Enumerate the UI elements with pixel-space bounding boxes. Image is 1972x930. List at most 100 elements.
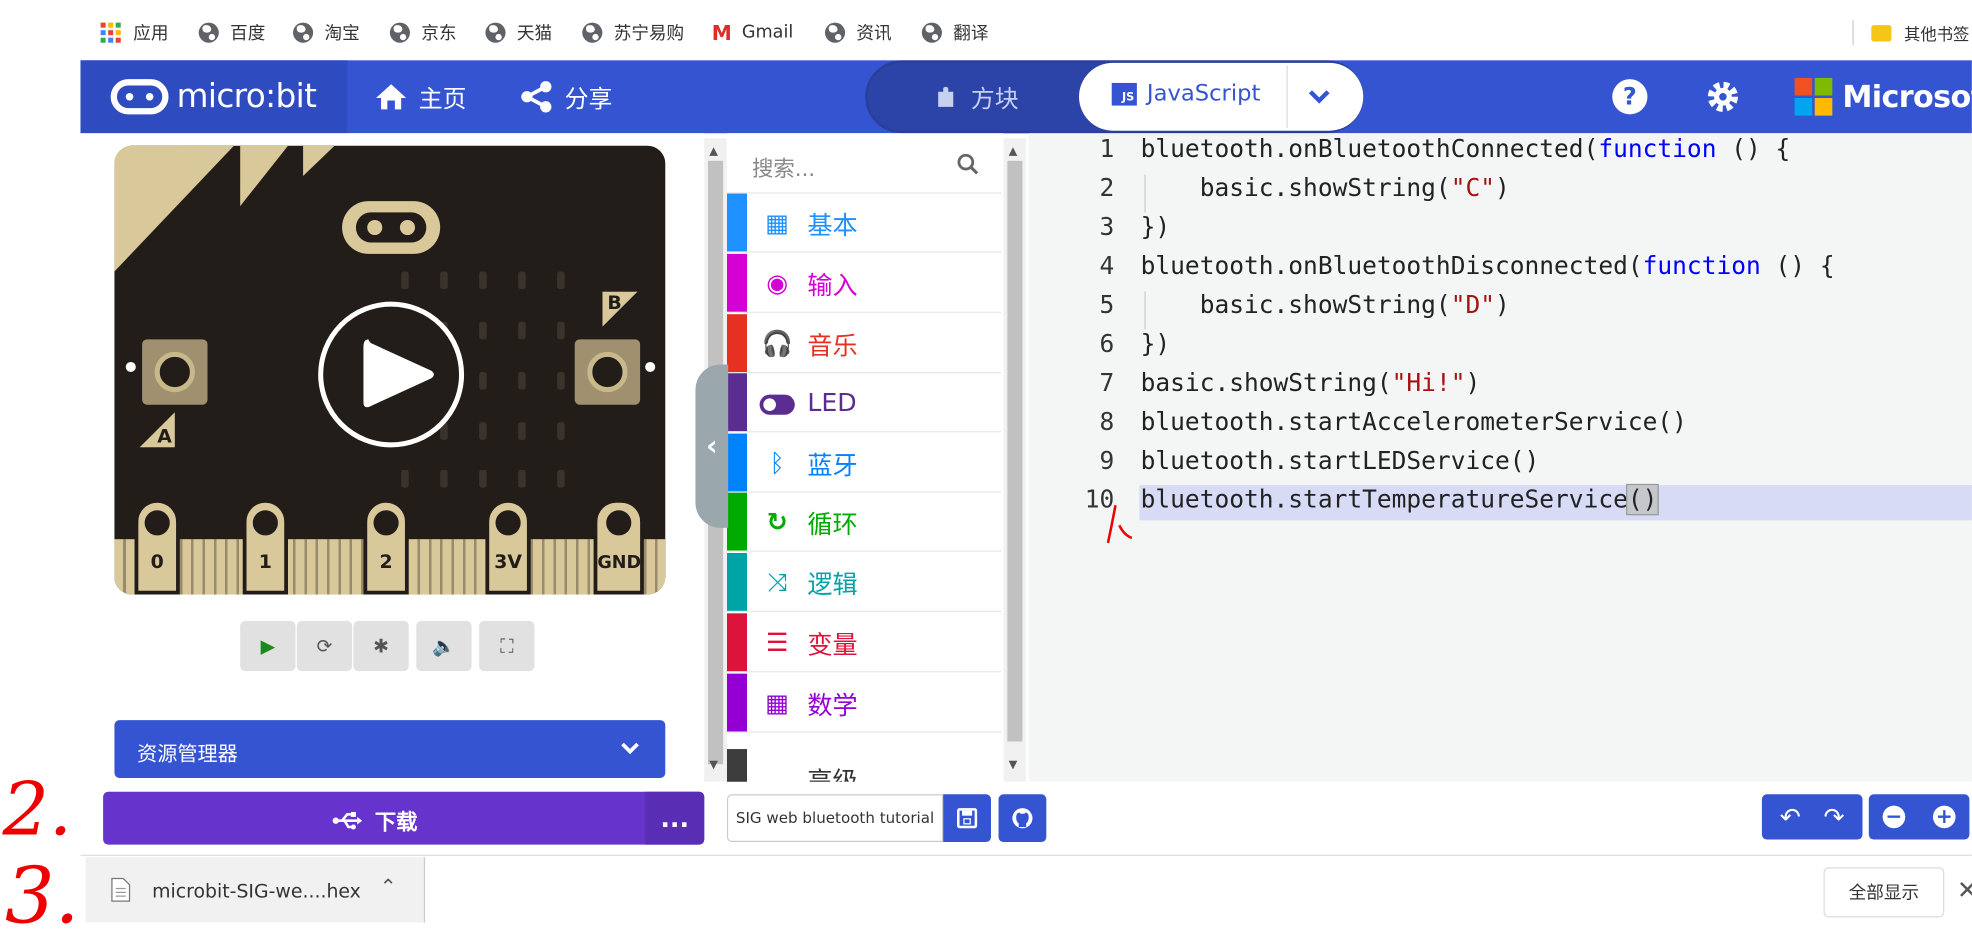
collapse-simulator-button[interactable]: ‹: [695, 364, 729, 528]
category-loops[interactable]: ↻ 循环: [726, 492, 1002, 552]
bookmark-label: 应用: [133, 23, 169, 44]
category-logic[interactable]: ⤨ 逻辑: [726, 552, 1002, 613]
help-icon[interactable]: ?: [1612, 79, 1648, 115]
undo-icon[interactable]: ↶: [1780, 802, 1801, 832]
chevron-up-icon[interactable]: ⌃: [380, 875, 397, 899]
bookmark-label: 其他书签: [1904, 25, 1970, 45]
zoom-out-icon[interactable]: −: [1882, 805, 1906, 829]
sim-sound-button[interactable]: 🔈: [416, 620, 472, 672]
download-more-button[interactable]: ...: [645, 791, 705, 845]
show-all-button[interactable]: 全部显示: [1823, 867, 1945, 918]
download-item[interactable]: microbit-SIG-we....hex ⌃: [85, 857, 426, 923]
category-music[interactable]: 🎧 音乐: [726, 314, 1002, 374]
home-button[interactable]: 主页: [374, 78, 467, 116]
folder-icon: [1871, 24, 1892, 41]
category-label: 循环: [807, 508, 858, 539]
category-led[interactable]: LED: [726, 373, 1002, 433]
loop-icon: ↻: [766, 506, 788, 537]
bookmark-news[interactable]: 资讯: [824, 19, 892, 47]
bookmark-tmall[interactable]: 天猫: [485, 19, 552, 47]
target-icon: ◉: [766, 267, 789, 298]
bookmark-apps[interactable]: 应用: [100, 19, 169, 47]
fullscreen-icon: ⛶: [500, 634, 514, 658]
microbit-simulator[interactable]: A B 0 1 2 3V GND: [114, 145, 666, 595]
bookmark-baidu[interactable]: 百度: [198, 19, 265, 47]
project-name-input[interactable]: SIG web bluetooth tutorial: [726, 794, 944, 843]
bookmark-taobao[interactable]: 淘宝: [293, 19, 360, 47]
blocks-tab[interactable]: 方块: [936, 78, 1019, 116]
bluetooth-icon: ᛒ: [769, 447, 785, 478]
apps-grid-icon: [100, 22, 121, 43]
code-token: basic.showString(: [1140, 290, 1451, 320]
explorer-panel[interactable]: 资源管理器: [114, 720, 666, 778]
line-number: 8: [1099, 407, 1115, 437]
bookmark-jd[interactable]: 京东: [389, 19, 457, 47]
project-name-label: SIG web bluetooth tutorial: [735, 809, 935, 827]
share-button[interactable]: 分享: [519, 78, 612, 116]
bookmark-gmail[interactable]: M Gmail: [712, 19, 793, 47]
search-icon[interactable]: [957, 153, 980, 176]
zoom-in-icon[interactable]: +: [1932, 805, 1956, 829]
category-label: 音乐: [807, 329, 858, 361]
pin-3v[interactable]: 3V: [485, 498, 531, 595]
button-b[interactable]: [574, 339, 641, 405]
category-math[interactable]: ▦ 数学: [726, 673, 1002, 733]
bookmark-label: 翻译: [953, 23, 989, 44]
code-line[interactable]: }): [1141, 329, 1171, 358]
settings-button[interactable]: [1703, 77, 1743, 117]
logo-touch-pad[interactable]: [342, 201, 441, 254]
javascript-label: JavaScript: [1146, 80, 1261, 107]
pin-gnd[interactable]: GND: [593, 498, 644, 595]
pin-0[interactable]: 0: [134, 498, 180, 595]
sim-play-button[interactable]: ▶: [240, 620, 296, 672]
code-line[interactable]: bluetooth.onBluetoothConnected(function …: [1141, 134, 1791, 163]
category-input[interactable]: ◉ 输入: [726, 253, 1002, 313]
sim-fullscreen-button[interactable]: ⛶: [479, 620, 535, 672]
code-line[interactable]: basic.showString("D"): [1141, 290, 1510, 319]
code-token: ): [1495, 173, 1510, 203]
code-line[interactable]: bluetooth.startAccelerometerService(): [1141, 407, 1687, 436]
code-line[interactable]: basic.showString("Hi!"): [1141, 368, 1481, 397]
toolbox-search[interactable]: 搜索...: [726, 133, 1002, 194]
save-button[interactable]: [943, 794, 991, 843]
bookmark-translate[interactable]: 翻译: [921, 19, 989, 47]
code-token: basic.showString(: [1140, 368, 1392, 398]
microsoft-logo[interactable]: Microsoft: [1794, 77, 1972, 116]
download-button[interactable]: 下载: [103, 791, 705, 845]
bookmarks-bar: 应用 百度 淘宝 京东 天猫 苏宁易购 M Gmail 资讯 翻译 其他书签: [0, 0, 1972, 61]
code-line[interactable]: bluetooth.onBluetoothDisconnected(functi…: [1141, 251, 1835, 280]
globe-icon: [389, 22, 410, 43]
file-icon: [111, 877, 131, 902]
sim-debug-button[interactable]: ✱: [353, 620, 409, 672]
toolbox-scrollbar-right[interactable]: ▲ ▼: [1003, 138, 1027, 782]
bookmark-other[interactable]: 其他书签: [1871, 19, 1969, 47]
button-a[interactable]: [142, 339, 208, 405]
github-button[interactable]: [998, 794, 1047, 843]
redo-icon[interactable]: ↷: [1824, 802, 1845, 832]
sim-restart-button[interactable]: ⟳: [296, 620, 353, 672]
pin-1[interactable]: 1: [242, 498, 288, 595]
pin-2[interactable]: 2: [363, 498, 409, 595]
category-basic[interactable]: ▦ 基本: [726, 193, 1002, 253]
line-number: 5: [1099, 290, 1115, 320]
bookmark-suning[interactable]: 苏宁易购: [582, 19, 684, 47]
code-line[interactable]: bluetooth.startLEDService(): [1141, 446, 1540, 475]
share-icon: [521, 81, 552, 113]
usb-icon: [332, 811, 363, 829]
category-bluetooth[interactable]: ᛒ 蓝牙: [726, 433, 1002, 493]
category-variables[interactable]: ☰ 变量: [726, 613, 1002, 673]
globe-icon: [582, 22, 603, 43]
share-label: 分享: [564, 84, 613, 113]
category-advanced[interactable]: ⌄ 高级: [726, 749, 1001, 782]
close-shelf-icon[interactable]: ✕: [1957, 875, 1972, 905]
microbit-logo[interactable]: micro:bit: [80, 60, 348, 134]
code-line[interactable]: basic.showString("C"): [1141, 173, 1510, 202]
code-line[interactable]: }): [1141, 212, 1171, 241]
download-label: 下载: [374, 810, 418, 836]
language-dropdown-button[interactable]: [1295, 78, 1343, 116]
debug-icon: ✱: [373, 634, 389, 658]
code-line[interactable]: bluetooth.startTemperatureService(): [1141, 483, 1659, 516]
simulator-play-button[interactable]: [318, 301, 465, 448]
code-token: "D": [1450, 290, 1496, 320]
search-input[interactable]: 搜索...: [752, 151, 815, 182]
